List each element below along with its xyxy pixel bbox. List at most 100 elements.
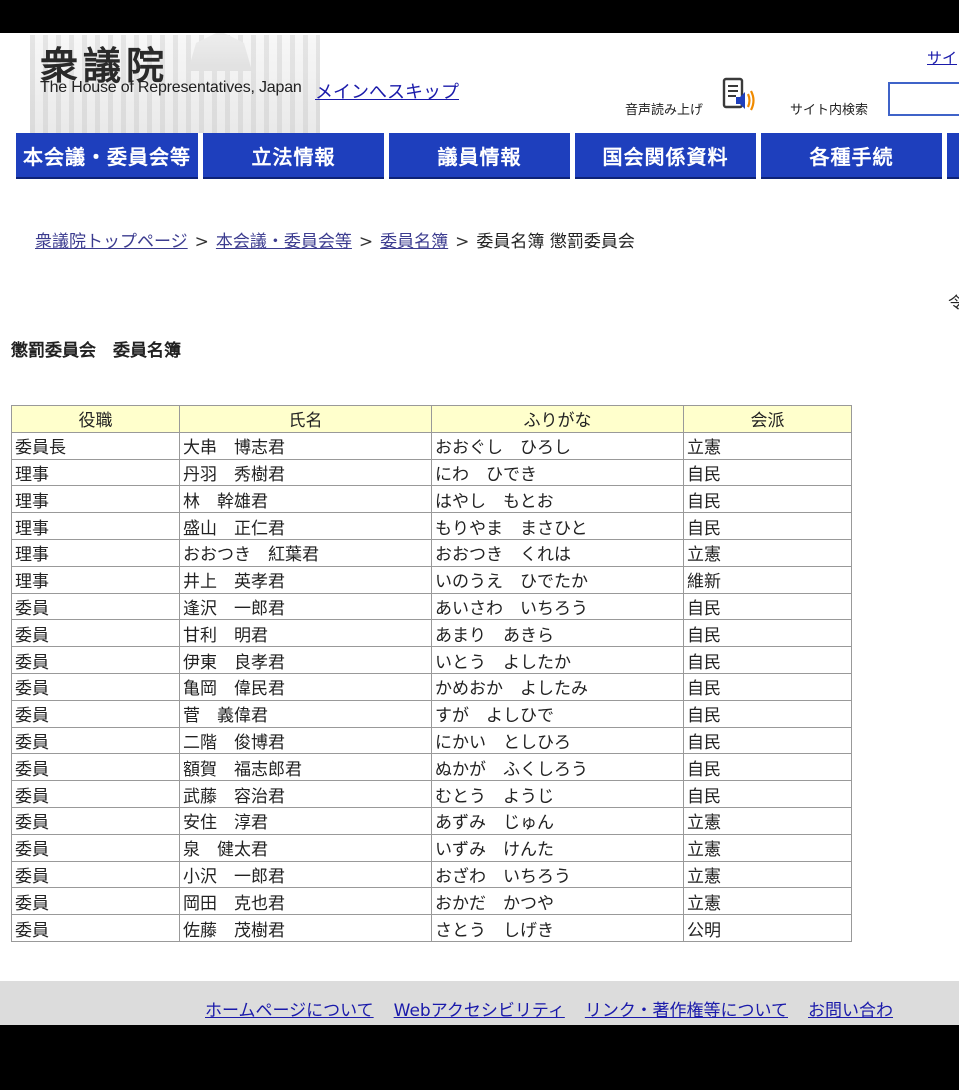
breadcrumb-roster-link[interactable]: 委員名簿 [380,232,448,252]
sitemap-link[interactable]: サイ [927,47,957,68]
cell-name: 逢沢 一郎君 [179,592,432,621]
table-row: 委員菅 義偉君 すが よしひで 自民 [11,699,852,728]
breadcrumb: 衆議院トップページ > 本会議・委員会等 > 委員名簿 > 委員名簿 懲罰委員会 [35,227,635,252]
nav-member-info[interactable]: 議員情報 [389,133,570,177]
cell-party: 立憲 [683,833,852,862]
table-row: 委員 佐藤 茂樹君 さとう しげき 公明 [11,914,852,942]
cell-party: 自民 [683,485,852,514]
cell-furigana: おざわ いちろう [431,860,684,889]
breadcrumb-separator: > [455,232,470,252]
table-row: 委員 小沢 一郎君 おざわ いちろう 立憲 [11,860,852,889]
cell-furigana: もりやま まさひと [431,512,684,540]
cell-party: 自民 [683,512,852,540]
cell-party: 自民 [683,672,852,701]
footer-link-contact[interactable]: お問い合わ [808,1001,893,1021]
cell-name: 甘利 明君 [179,619,432,648]
cell-role: 委員 [11,592,180,621]
cell-furigana: にかい としひろ [431,726,684,755]
cell-furigana: さとう しげき [431,914,684,942]
nav-procedures[interactable]: 各種手続 [761,133,942,177]
voice-read-label[interactable]: 音声読み上げ [625,99,703,118]
cell-name: 佐藤 茂樹君 [179,914,432,942]
table-header-row: 役職 氏名 ふりがな 会派 [11,405,852,433]
cell-name: 盛山 正仁君 [179,512,432,540]
breadcrumb-top-link[interactable]: 衆議院トップページ [35,232,188,252]
breadcrumb-current: 委員名簿 懲罰委員会 [476,232,635,252]
cell-name: 丹羽 秀樹君 [179,458,432,487]
table-row: 理事 盛山 正仁君 もりやま まさひと 自民 [11,512,852,540]
cell-role: 委員 [11,699,180,728]
table-row: 理事 井上 英孝君 いのうえ ひでたか 維新 [11,565,852,594]
site-header: 衆議院 The House of Representatives, Japan … [0,33,959,133]
cell-furigana: あまり あきら [431,619,684,648]
table-row: 委員長 大串 博志君 おおぐし ひろし 立憲 [11,431,852,460]
cell-name: 亀岡 偉民君 [179,672,432,701]
table-row: 委員 二階 俊博君 にかい としひろ 自民 [11,726,852,755]
cell-party: 立憲 [683,431,852,460]
nav-diet-materials[interactable]: 国会関係資料 [575,133,756,177]
cell-furigana: すが よしひで [431,699,684,728]
cell-role: 理事 [11,512,180,540]
footer-link-accessibility[interactable]: Webアクセシビリティ [394,1001,565,1021]
skip-to-main-link[interactable]: メインへスキップ [315,78,459,104]
footer: ホームページについて Webアクセシビリティ リンク・著作権等について お問い合わ [0,981,959,1025]
table-row: 理事 おおつき 紅葉君 おおつき くれは 立憲 [11,538,852,567]
cell-role: 委員 [11,646,180,674]
cell-role: 委員 [11,726,180,755]
site-search-input[interactable] [888,82,959,116]
breadcrumb-separator: > [358,232,374,252]
footer-link-copyright[interactable]: リンク・著作権等について [585,1001,788,1021]
cell-furigana: ぬかが ふくしろう [431,753,684,782]
cell-party: 自民 [683,753,852,782]
table-row: 理事 丹羽 秀樹君 にわ ひでき 自民 [11,458,852,487]
cell-name: 小沢 一郎君 [179,860,432,889]
cell-party: 自民 [683,646,852,674]
nav-plenary-committees[interactable]: 本会議・委員会等 [16,133,198,177]
cell-party: 自民 [683,592,852,621]
cell-party: 維新 [683,565,852,594]
page-title: 懲罰委員会 委員名簿 [11,341,181,361]
cell-furigana: むとう ようじ [431,780,684,808]
cell-party: 自民 [683,726,852,755]
footer-links: ホームページについて Webアクセシビリティ リンク・著作権等について お問い合わ [205,996,913,1021]
speaker-icon[interactable] [718,75,758,115]
nav-legislative-info[interactable]: 立法情報 [203,133,384,177]
breadcrumb-plenary-link[interactable]: 本会議・委員会等 [216,232,352,252]
breadcrumb-separator: > [194,232,209,252]
cell-role: 理事 [11,565,180,594]
cell-party: 自民 [683,780,852,808]
footer-link-about[interactable]: ホームページについて [205,1001,374,1021]
cell-party: 立憲 [683,538,852,567]
cell-role: 委員 [11,806,180,835]
cell-party: 自民 [683,619,852,648]
table-row: 理事林 幹雄君 はやし もとお 自民 [11,485,852,514]
site-logo-english[interactable]: The House of Representatives, Japan [40,79,302,97]
table-row: 委員 岡田 克也君 おかだ かつや 立憲 [11,887,852,916]
table-row: 委員 伊東 良孝君 いとう よしたか 自民 [11,646,852,674]
nav-item-partial[interactable] [947,133,959,177]
cell-furigana: にわ ひでき [431,458,684,487]
cell-name: 伊東 良孝君 [179,646,432,674]
table-row: 委員 甘利 明君 あまり あきら 自民 [11,619,852,648]
cell-party: 立憲 [683,887,852,916]
cell-name: 武藤 容治君 [179,780,432,808]
cell-furigana: かめおか よしたみ [431,672,684,701]
cell-furigana: あいさわ いちろう [431,592,684,621]
cell-name: 大串 博志君 [179,431,432,460]
table-row: 委員 額賀 福志郎君 ぬかが ふくしろう 自民 [11,753,852,782]
cell-furigana: いとう よしたか [431,646,684,674]
cell-role: 理事 [11,538,180,567]
cell-party: 自民 [683,458,852,487]
cell-role: 委員 [11,914,180,942]
column-header-furigana: ふりがな [431,405,684,433]
column-header-name: 氏名 [179,405,432,433]
cell-role: 委員 [11,833,180,862]
cell-furigana: いのうえ ひでたか [431,565,684,594]
global-nav: 本会議・委員会等 立法情報 議員情報 国会関係資料 各種手続 [0,133,959,179]
cell-role: 理事 [11,485,180,514]
cell-role: 委員 [11,672,180,701]
cell-role: 委員 [11,619,180,648]
cell-name: 二階 俊博君 [179,726,432,755]
cell-role: 委員 [11,780,180,808]
cell-furigana: いずみ けんた [431,833,684,862]
